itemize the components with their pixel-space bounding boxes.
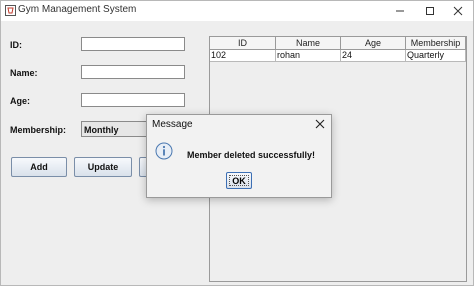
cell-id: 102	[210, 50, 276, 62]
minimize-icon	[396, 10, 404, 12]
cell-name: rohan	[276, 50, 341, 62]
close-icon[interactable]	[315, 119, 325, 129]
main-window: Gym Management System ID: Name: Age: Mem…	[0, 0, 474, 286]
age-field[interactable]	[81, 93, 185, 107]
id-field[interactable]	[81, 37, 185, 51]
cell-age: 24	[341, 50, 406, 62]
info-icon	[155, 142, 173, 160]
dialog-title: Message	[152, 119, 193, 130]
minimize-button[interactable]	[385, 1, 415, 21]
name-field[interactable]	[81, 65, 185, 79]
column-header-membership[interactable]: Membership	[406, 37, 466, 50]
cell-membership: Quarterly	[406, 50, 466, 62]
close-button[interactable]	[443, 1, 473, 21]
table-header: ID Name Age Membership	[210, 37, 466, 50]
membership-label: Membership:	[10, 125, 67, 135]
maximize-button[interactable]	[415, 1, 445, 21]
ok-button[interactable]: OK	[226, 172, 252, 189]
maximize-icon	[426, 7, 434, 15]
message-dialog: Message Member deleted successfully! OK	[146, 114, 332, 198]
column-header-age[interactable]: Age	[341, 37, 406, 50]
column-header-name[interactable]: Name	[276, 37, 341, 50]
id-label: ID:	[10, 40, 22, 50]
name-label: Name:	[10, 68, 38, 78]
membership-dropdown[interactable]: Monthly	[81, 121, 156, 137]
add-button[interactable]: Add	[11, 157, 67, 177]
table-row[interactable]: 102 rohan 24 Quarterly	[210, 50, 466, 62]
column-header-id[interactable]: ID	[210, 37, 276, 50]
dialog-message: Member deleted successfully!	[187, 150, 316, 160]
window-title: Gym Management System	[18, 4, 137, 15]
title-bar: Gym Management System	[1, 1, 473, 21]
age-label: Age:	[10, 96, 30, 106]
java-cup-icon	[5, 5, 16, 16]
close-icon	[453, 6, 463, 16]
update-button[interactable]: Update	[74, 157, 132, 177]
